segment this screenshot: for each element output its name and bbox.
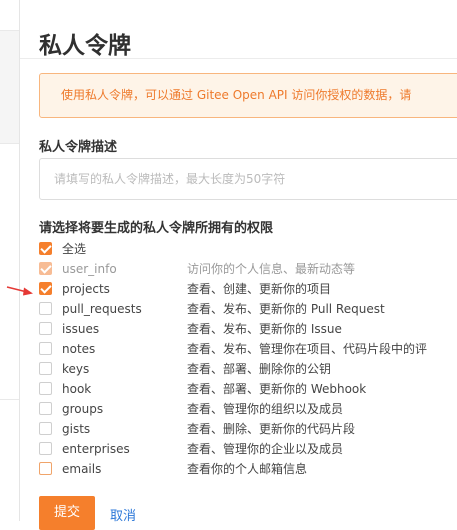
permission-description: 查看、管理你的企业以及成员 [187,442,344,456]
permission-row-notes[interactable]: notes 查看、发布、管理你在项目、代码片段中的评 [39,341,457,361]
permission-row-user-info: user_info 访问你的个人信息、最新动态等 [39,261,457,281]
permission-description: 访问你的个人信息、最新动态等 [187,262,356,276]
title-divider [20,58,457,59]
user-info-checkbox [39,262,52,275]
permissions-label: 请选择将要生成的私人令牌所拥有的权限 [39,221,274,236]
description-input[interactable] [39,158,457,200]
permission-scope: notes [62,342,96,356]
projects-checkbox[interactable] [39,282,52,295]
permission-scope: hook [62,382,92,396]
checkmark-icon [40,262,52,274]
gists-checkbox[interactable] [39,422,52,435]
permission-scope: projects [62,282,110,296]
permission-description: 查看、发布、更新你的 Pull Request [187,302,385,316]
permission-scope: enterprises [62,442,130,456]
permission-description: 查看、部署、删除你的公钥 [187,362,332,376]
select-all-label: 全选 [62,242,87,256]
sidebar-divider [0,399,19,400]
notes-checkbox[interactable] [39,342,52,355]
permission-description: 查看你的个人邮箱信息 [187,462,308,476]
keys-checkbox[interactable] [39,362,52,375]
select-all-row[interactable]: 全选 [39,241,457,261]
info-notice: 使用私人令牌，可以通过 Gitee Open API 访问你授权的数据，请 [39,73,457,118]
sidebar-divider [0,30,19,31]
red-arrow-icon [6,286,33,296]
submit-button[interactable]: 提交 [39,496,95,530]
permission-description: 查看、发布、管理你在项目、代码片段中的评 [187,342,428,356]
emails-checkbox[interactable] [39,462,52,475]
permission-description: 查看、创建、更新你的项目 [187,282,332,296]
permission-row-enterprises[interactable]: enterprises 查看、管理你的企业以及成员 [39,441,457,461]
permission-row-emails[interactable]: emails 查看你的个人邮箱信息 [39,461,457,481]
permission-scope: pull_requests [62,302,142,316]
sidebar-highlight-band [0,30,19,143]
token-form-panel: 私人令牌 使用私人令牌，可以通过 Gitee Open API 访问你授权的数据… [20,0,457,530]
groups-checkbox[interactable] [39,402,52,415]
permission-row-pull-requests[interactable]: pull_requests 查看、发布、更新你的 Pull Request [39,301,457,321]
description-label: 私人令牌描述 [39,140,118,155]
select-all-checkbox[interactable] [39,242,52,255]
issues-checkbox[interactable] [39,322,52,335]
enterprises-checkbox[interactable] [39,442,52,455]
permission-scope: issues [62,322,100,336]
permission-scope: groups [62,402,104,416]
permission-row-keys[interactable]: keys 查看、部署、删除你的公钥 [39,361,457,381]
permission-description: 查看、部署、更新你的 Webhook [187,382,367,396]
checkmark-icon [40,282,52,294]
permission-row-groups[interactable]: groups 查看、管理你的组织以及成员 [39,401,457,421]
permission-description: 查看、删除、更新你的代码片段 [187,422,356,436]
sidebar-divider [0,143,19,144]
permission-description: 查看、发布、更新你的 Issue [187,322,342,336]
permission-row-issues[interactable]: issues 查看、发布、更新你的 Issue [39,321,457,341]
permission-scope: keys [62,362,90,376]
permission-scope: gists [62,422,91,436]
permission-row-projects[interactable]: projects 查看、创建、更新你的项目 [39,281,457,301]
permission-description: 查看、管理你的组织以及成员 [187,402,344,416]
hook-checkbox[interactable] [39,382,52,395]
permission-scope: user_info [62,262,117,276]
page-title: 私人令牌 [39,33,131,59]
permission-row-gists[interactable]: gists 查看、删除、更新你的代码片段 [39,421,457,441]
permission-scope: emails [62,462,102,476]
pull-requests-checkbox[interactable] [39,302,52,315]
cancel-link[interactable]: 取消 [110,505,136,524]
left-sidebar-edge [0,0,20,521]
permission-row-hook[interactable]: hook 查看、部署、更新你的 Webhook [39,381,457,401]
